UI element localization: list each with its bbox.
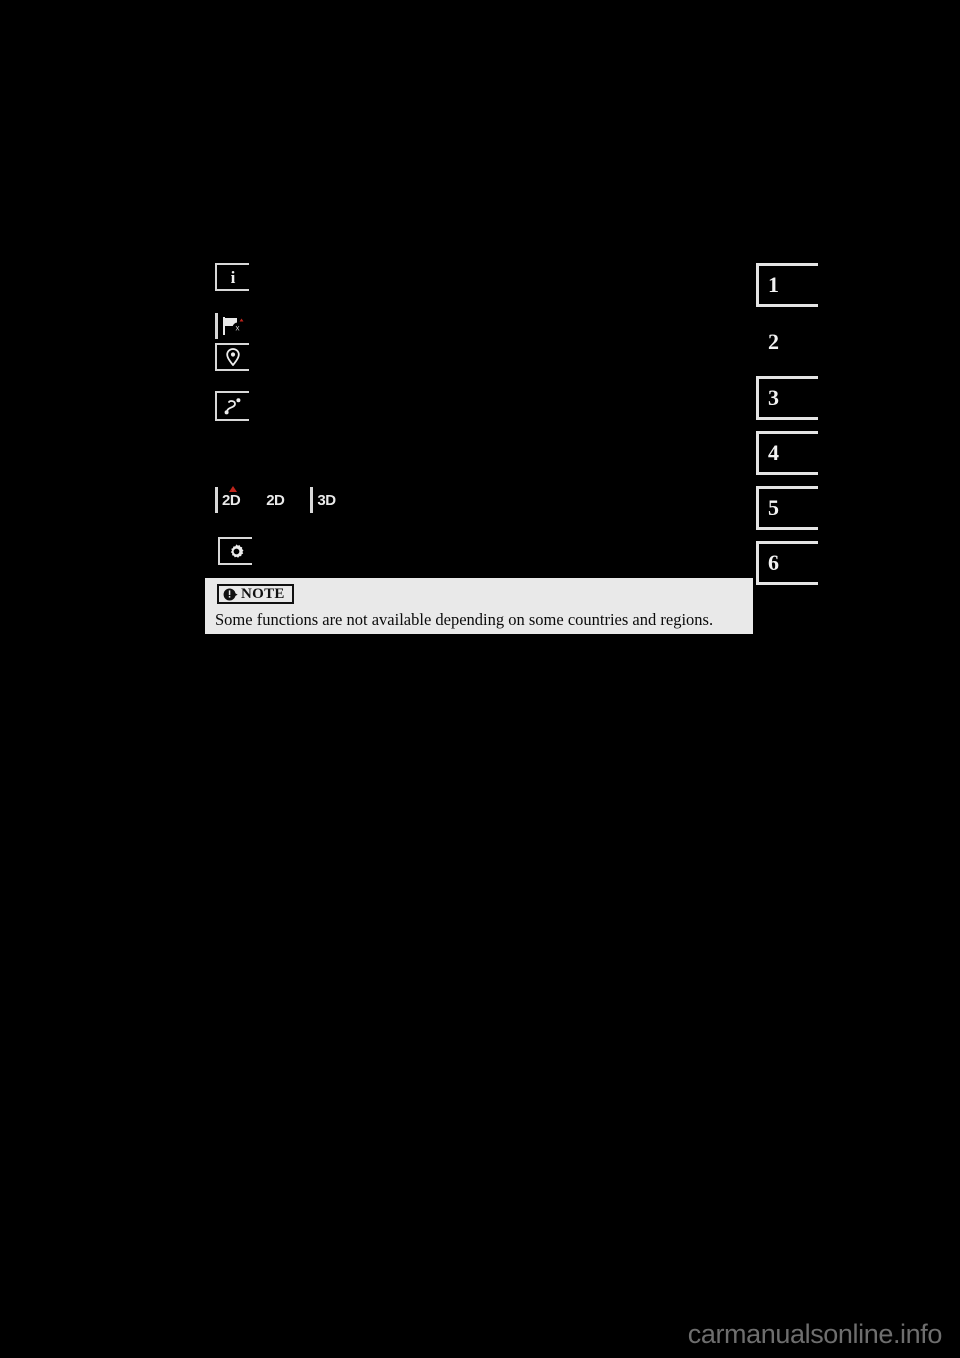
legend-row-route-overview: [215, 391, 535, 487]
icon-legend-list: i x 2D 2D 3D: [215, 263, 535, 577]
flag-delete-icon-svg: x: [223, 317, 244, 335]
chapter-tab-1[interactable]: 1: [756, 263, 818, 307]
chapter-tab-6[interactable]: 6: [756, 541, 818, 585]
flag-delete-icon-bar: [215, 313, 218, 339]
site-watermark: carmanualsonline.info: [687, 1319, 943, 1349]
legend-row-delete-destination: x: [215, 313, 535, 343]
pointing-hand-icon-svg: [223, 588, 238, 600]
chapter-tab-2[interactable]: 2: [756, 320, 818, 364]
manual-page: i x 2D 2D 3D NOTE Some functions are not…: [0, 0, 960, 1358]
legend-row-map-settings: [215, 537, 535, 577]
chapter-tab-5-number: 5: [768, 495, 779, 520]
route-path-icon-svg: [224, 398, 241, 415]
gear-icon-inner: [220, 539, 252, 563]
information-icon-glyph: i: [230, 267, 236, 287]
map-2d-north-up-icon[interactable]: 2D: [266, 487, 285, 513]
heading-up-arrow-icon: [229, 486, 237, 492]
note-header: NOTE: [217, 584, 294, 604]
chapter-tab-6-number: 6: [768, 550, 779, 575]
note-title: NOTE: [241, 585, 285, 602]
svg-text:x: x: [236, 324, 240, 333]
note-box: NOTE Some functions are not available de…: [205, 578, 753, 634]
chapter-tab-4[interactable]: 4: [756, 431, 818, 475]
map-view-mode-group: 2D 2D 3D: [215, 486, 535, 537]
flag-delete-icon[interactable]: x: [222, 316, 244, 336]
information-icon[interactable]: i: [215, 263, 249, 291]
map-pin-icon[interactable]: [215, 343, 249, 371]
map-view-mode-row: 2D 2D 3D: [215, 486, 336, 513]
map-2d-north-up-label: 2D: [266, 491, 285, 509]
note-text: Some functions are not available dependi…: [215, 610, 714, 629]
map-pin-icon-svg: [226, 348, 240, 366]
map-3d-icon[interactable]: 3D: [310, 487, 336, 513]
gear-icon-svg: [230, 543, 243, 558]
chapter-tab-4-number: 4: [768, 440, 779, 465]
chapter-tab-3-number: 3: [768, 385, 779, 410]
chapter-tab-5[interactable]: 5: [756, 486, 818, 530]
route-path-icon[interactable]: [215, 391, 249, 421]
chapter-tab-1-number: 1: [768, 272, 779, 297]
pointing-hand-icon: [223, 587, 238, 602]
chapter-tab-3[interactable]: 3: [756, 376, 818, 420]
map-pin-icon-inner: [217, 345, 249, 369]
map-2d-heading-up-icon[interactable]: 2D: [215, 486, 241, 513]
gear-icon[interactable]: [218, 537, 252, 565]
information-icon-inner: i: [217, 265, 249, 289]
map-3d-label: 3D: [317, 491, 336, 509]
map-2d-heading-up-label: 2D: [222, 491, 241, 509]
legend-row-information: i: [215, 263, 535, 313]
legend-row-add-waypoint: [215, 343, 535, 391]
chapter-tab-2-number: 2: [768, 329, 779, 354]
route-path-icon-inner: [217, 393, 249, 419]
